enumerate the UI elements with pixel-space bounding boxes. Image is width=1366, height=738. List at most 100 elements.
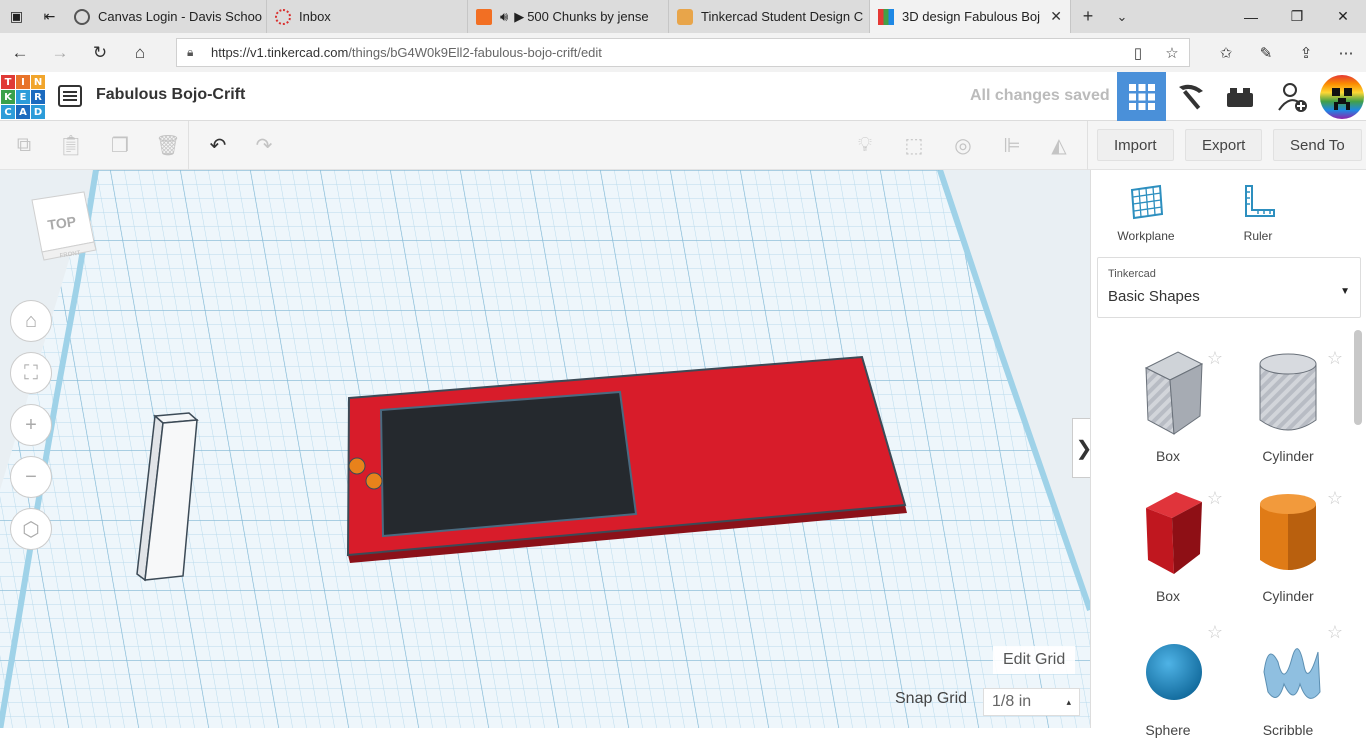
paste-icon[interactable]: 📋︎ (57, 131, 85, 159)
panel-scrollbar[interactable] (1354, 330, 1362, 425)
minimize-icon[interactable]: — (1228, 0, 1274, 33)
sphere-icon (1146, 644, 1202, 700)
favorite-star-icon[interactable]: ☆ (1207, 488, 1223, 509)
invite-user-button[interactable] (1267, 72, 1316, 121)
browser-tab[interactable]: Inbox (267, 0, 468, 33)
workplane-viewport[interactable]: TOP FRONT ⌂ ⛶ + − ⬡ (0, 170, 1090, 728)
ungroup-icon[interactable]: ◎ (949, 131, 977, 159)
grid-icon (1128, 83, 1155, 110)
add-user-icon (1277, 82, 1307, 112)
ruler-tool[interactable]: Ruler (1213, 184, 1303, 243)
avatar (1320, 74, 1364, 119)
new-tab-icon[interactable]: + (1071, 0, 1105, 33)
canvas-icon (74, 8, 90, 25)
tinkercad-icon (878, 8, 894, 25)
inbox-icon (275, 8, 291, 25)
import-button[interactable]: Import (1097, 129, 1174, 161)
undo-icon[interactable]: ↶ (204, 131, 232, 159)
lightbulb-icon[interactable]: 💡︎ (851, 131, 879, 159)
export-button[interactable]: Export (1185, 129, 1263, 161)
address-bar: ← → ↻ ⌂ 🔒︎ https://v1.tinkercad.com/thin… (0, 33, 1366, 72)
forward-icon[interactable]: → (40, 33, 80, 72)
reading-view-icon[interactable]: ▯ (1121, 44, 1155, 62)
home-icon[interactable]: ⌂ (120, 33, 160, 72)
favorite-star-icon[interactable]: ☆ (1327, 622, 1343, 643)
profile-avatar[interactable] (1318, 72, 1366, 121)
favorite-star-icon[interactable]: ☆ (1327, 348, 1343, 369)
browser-tab-active[interactable]: 3D design Fabulous Boj ✕ (870, 0, 1071, 33)
screen-shape[interactable] (379, 390, 638, 538)
redo-icon[interactable]: ↷ (250, 131, 278, 159)
shape-cylinder-orange[interactable]: ☆ Cylinder (1233, 488, 1343, 604)
snap-grid-label: Snap Grid (895, 690, 968, 707)
cylinder-icon (1259, 353, 1317, 431)
mirror-icon[interactable]: ◭ (1045, 131, 1073, 159)
user-icon (677, 8, 693, 25)
minus-icon: − (25, 465, 37, 488)
close-tab-icon[interactable]: ✕ (1050, 8, 1062, 25)
close-window-icon[interactable]: ✕ (1320, 0, 1366, 33)
ruler-icon (1245, 185, 1275, 217)
fit-icon: ⛶ (24, 361, 38, 384)
snap-grid-select[interactable]: 1/8 in ▴ (983, 688, 1080, 716)
set-tabs-aside-icon[interactable]: ⇤ (33, 0, 66, 33)
fit-view-button[interactable]: ⛶ (10, 352, 52, 394)
lock-icon: 🔒︎ (187, 45, 194, 59)
pickaxe-icon (1178, 84, 1203, 109)
favorite-star-icon[interactable]: ☆ (1155, 44, 1189, 62)
edit-grid-button[interactable]: Edit Grid (993, 646, 1076, 674)
design-title[interactable]: Fabulous Bojo-Crift (96, 86, 245, 104)
tinkercad-logo[interactable]: T I N K E R C A D (1, 75, 45, 119)
save-status: All changes saved (970, 87, 1110, 104)
play-icon: ▶ (514, 8, 525, 24)
duplicate-icon[interactable]: ❐ (106, 131, 134, 159)
more-icon[interactable]: ⋯ (1326, 33, 1366, 72)
stepper-icon: ▴ (1066, 696, 1071, 707)
tab-actions-icon[interactable]: ▣ (0, 0, 33, 33)
workplane-icon (1130, 184, 1164, 220)
share-icon[interactable]: ⇪ (1286, 33, 1326, 72)
shape-library-select[interactable]: Tinkercad Basic Shapes ▼ (1097, 257, 1361, 318)
box-icon (1144, 351, 1204, 435)
bricks-view-button[interactable] (1215, 72, 1264, 121)
view-cube[interactable]: TOP FRONT (28, 190, 100, 270)
delete-icon[interactable]: 🗑︎ (154, 131, 182, 159)
perspective-button[interactable]: ⬡ (10, 508, 52, 550)
back-icon[interactable]: ← (0, 33, 40, 72)
design-menu-icon[interactable] (58, 85, 82, 107)
zoom-in-button[interactable]: + (10, 404, 52, 446)
pen-icon[interactable]: ✎ (1246, 33, 1286, 72)
favorite-star-icon[interactable]: ☆ (1207, 622, 1223, 643)
url-field[interactable]: 🔒︎ https://v1.tinkercad.com/things/bG4W0… (176, 38, 1190, 67)
toolbar-divider (188, 121, 189, 170)
shape-box-gray[interactable]: ☆ Box (1113, 348, 1223, 464)
app-header: T I N K E R C A D Fabulous Bojo-Crift Al… (0, 72, 1366, 121)
shape-cylinder-gray[interactable]: ☆ Cylinder (1233, 348, 1343, 464)
group-icon[interactable]: ⬚ (900, 131, 928, 159)
home-icon: ⌂ (24, 309, 38, 332)
send-to-button[interactable]: Send To (1273, 129, 1362, 161)
shape-box-red[interactable]: ☆ Box (1113, 488, 1223, 604)
favorites-hub-icon[interactable]: ✩ (1206, 33, 1246, 72)
speaker-icon[interactable]: 🔊︎ (500, 9, 508, 25)
zoom-out-button[interactable]: − (10, 456, 52, 498)
copy-icon[interactable]: ⧉ (10, 131, 38, 159)
minecraft-view-button[interactable] (1166, 72, 1215, 121)
shape-sphere[interactable]: ☆ Sphere (1113, 622, 1223, 738)
browser-tab[interactable]: 🔊︎ ▶ 500 Chunks by jense (468, 0, 669, 33)
workplane-tool[interactable]: Workplane (1101, 184, 1191, 243)
toolbar-divider (1087, 121, 1088, 170)
align-icon[interactable]: ⊫ (998, 131, 1026, 159)
shape-scribble[interactable]: ☆ Scribble (1233, 622, 1343, 738)
chevron-down-icon: ▼ (1340, 286, 1350, 297)
restore-icon[interactable]: ❐ (1274, 0, 1320, 33)
favorite-star-icon[interactable]: ☆ (1207, 348, 1223, 369)
3d-design-view-button[interactable] (1117, 72, 1166, 121)
refresh-icon[interactable]: ↻ (80, 33, 120, 72)
browser-tab[interactable]: Canvas Login - Davis Schoo (66, 0, 267, 33)
home-view-button[interactable]: ⌂ (10, 300, 52, 342)
favorite-star-icon[interactable]: ☆ (1327, 488, 1343, 509)
tab-list-chevron-icon[interactable]: ⌄ (1105, 0, 1139, 33)
edit-toolbar: ⧉ 📋︎ ❐ 🗑︎ ↶ ↷ 💡︎ ⬚ ◎ ⊫ ◭ Import Export S… (0, 121, 1366, 170)
browser-tab[interactable]: Tinkercad Student Design C (669, 0, 870, 33)
